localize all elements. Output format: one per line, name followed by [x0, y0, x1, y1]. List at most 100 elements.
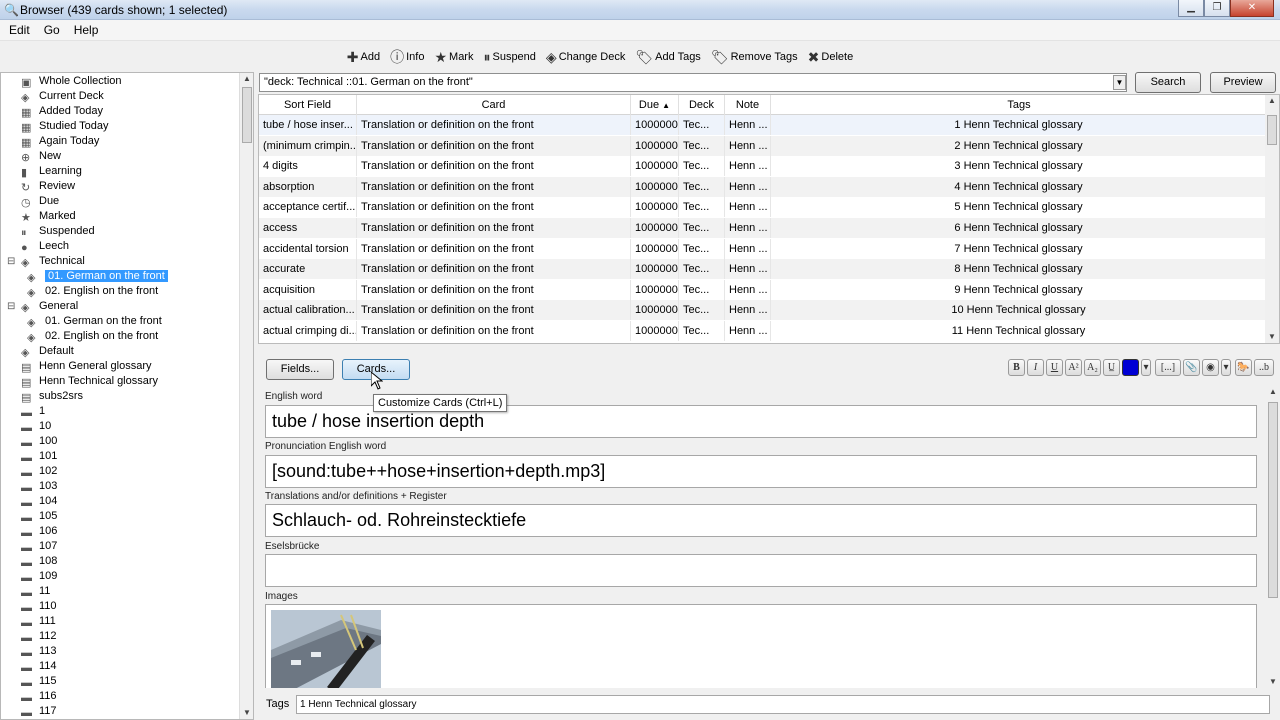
preview-button[interactable]: Preview — [1210, 72, 1276, 93]
field-pronunciation[interactable]: [sound:tube++hose+insertion+depth.mp3] — [265, 455, 1257, 488]
sidebar-item[interactable]: ⊕ New — [7, 149, 61, 164]
sidebar-item[interactable]: ▮ Learning — [7, 164, 82, 179]
table-row[interactable]: 4 digits Translation or definition on the… — [259, 156, 1267, 177]
table-row[interactable]: absorption Translation or definition on t… — [259, 176, 1267, 197]
sidebar-item[interactable]: ↻ Review — [7, 179, 75, 194]
fields-button[interactable]: Fields... — [266, 359, 334, 380]
column-note[interactable]: Note — [725, 95, 771, 115]
sidebar-item[interactable]: ▬ 108 — [7, 554, 57, 569]
superscript-button[interactable]: A² — [1065, 359, 1082, 376]
column-deck[interactable]: Deck — [679, 95, 725, 115]
sidebar-item[interactable]: ◈ Default — [7, 344, 74, 359]
sidebar-item[interactable]: ▬ 102 — [7, 464, 57, 479]
sidebar-item[interactable]: ▬ 100 — [7, 434, 57, 449]
scroll-down-icon[interactable]: ▼ — [1267, 332, 1277, 342]
italic-button[interactable]: I — [1027, 359, 1044, 376]
underline-button[interactable]: U — [1046, 359, 1063, 376]
column-card[interactable]: Card — [357, 95, 631, 115]
record-icon[interactable]: ◉ — [1202, 359, 1219, 376]
sidebar-item[interactable]: ▤ Henn Technical glossary — [7, 374, 158, 389]
info-button[interactable]: ⓘ Info — [390, 47, 424, 67]
table-row[interactable]: tube / hose inser... Translation or defin… — [259, 115, 1267, 135]
search-button[interactable]: Search — [1135, 72, 1201, 93]
column-sort-field[interactable]: Sort Field — [259, 95, 357, 115]
more-dropdown-icon[interactable]: ▾ — [1221, 359, 1231, 376]
sidebar-item[interactable]: ◈ 02. English on the front — [27, 329, 158, 344]
subscript-button[interactable]: A₂ — [1084, 359, 1101, 376]
text-color-button[interactable] — [1122, 359, 1139, 376]
sidebar-item[interactable]: ⊟ ◈ General — [7, 299, 78, 314]
sidebar-item[interactable]: ▬ 115 — [7, 674, 57, 689]
sidebar-item[interactable]: ◈ 01. German on the front — [27, 314, 162, 329]
editor-scrollbar[interactable]: ▲ ▼ — [1266, 386, 1280, 688]
change-deck-button[interactable]: ◈ Change Deck — [546, 49, 625, 66]
scroll-thumb[interactable] — [1267, 115, 1277, 145]
column-tags[interactable]: Tags — [771, 95, 1267, 115]
close-button[interactable]: ✕ — [1230, 0, 1274, 17]
search-input[interactable]: "deck: Technical ::01. German on the fro… — [259, 73, 1127, 92]
sidebar-item[interactable]: ▬ 1 — [7, 404, 45, 419]
sidebar-item[interactable]: ◈ 02. English on the front — [27, 284, 158, 299]
mark-button[interactable]: ★ Mark — [434, 49, 473, 66]
collapse-icon[interactable]: ⊟ — [7, 299, 21, 314]
suspend-button[interactable]: ⏸ Suspend — [483, 49, 535, 66]
table-row[interactable]: (minimum crimpin... Translation or defini… — [259, 135, 1267, 156]
add-button[interactable]: ✚ Add — [347, 49, 380, 66]
sidebar-item[interactable]: ▬ 112 — [7, 629, 57, 644]
sidebar-item[interactable]: ▬ 117 — [7, 704, 57, 719]
sidebar-item[interactable]: ● Leech — [7, 239, 69, 254]
sidebar-scrollbar[interactable]: ▲ ▼ — [239, 73, 253, 719]
scroll-down-icon[interactable]: ▼ — [242, 708, 252, 718]
sidebar-item[interactable]: ▬ 10 — [7, 419, 51, 434]
sidebar-item[interactable]: ▬ 103 — [7, 479, 57, 494]
attach-icon[interactable]: 📎 — [1183, 359, 1200, 376]
sidebar-item[interactable]: ◈ 01. German on the front — [27, 269, 168, 284]
sidebar-item[interactable]: ▤ Henn General glossary — [7, 359, 152, 374]
sidebar-item[interactable]: ▬ 114 — [7, 659, 57, 674]
sidebar-item[interactable]: ▣ Whole Collection — [7, 74, 122, 89]
sidebar-item[interactable]: ▬ 105 — [7, 509, 57, 524]
sidebar-item[interactable]: ▬ 101 — [7, 449, 57, 464]
sidebar-item[interactable]: ▬ 116 — [7, 689, 57, 704]
search-history-dropdown[interactable]: ▼ — [1113, 75, 1126, 90]
scroll-thumb[interactable] — [242, 87, 252, 143]
color-dropdown-icon[interactable]: ▾ — [1141, 359, 1151, 376]
sidebar-item[interactable]: ▬ 110 — [7, 599, 57, 614]
table-row[interactable]: access Translation or definition on the f… — [259, 218, 1267, 238]
table-row[interactable]: acceptance certif... Translation or defin… — [259, 197, 1267, 218]
field-eselsbruecke[interactable] — [265, 554, 1257, 587]
menu-help[interactable]: Help — [67, 20, 106, 40]
menu-go[interactable]: Go — [37, 20, 67, 40]
sidebar-item[interactable]: ◷ Due — [7, 194, 59, 209]
table-row[interactable]: actual calibration... Translation or defi… — [259, 300, 1267, 321]
table-row[interactable]: accurate Translation or definition on the… — [259, 259, 1267, 280]
delete-button[interactable]: ✖ Delete — [808, 49, 854, 66]
scroll-up-icon[interactable]: ▲ — [1268, 387, 1278, 397]
column-due[interactable]: Due ▲ — [631, 95, 679, 115]
remove-tags-button[interactable]: 🏷 Remove Tags — [711, 49, 798, 66]
more-button[interactable]: ..b — [1254, 359, 1274, 376]
minimize-button[interactable]: ▁ — [1178, 0, 1204, 17]
sidebar-item[interactable]: ▤ subs2srs — [7, 389, 83, 404]
sidebar-item[interactable]: ▬ 113 — [7, 644, 57, 659]
table-scrollbar[interactable]: ▲ ▼ — [1265, 95, 1279, 343]
sidebar-item[interactable]: ▬ 104 — [7, 494, 57, 509]
sidebar-item[interactable]: ⊟ ◈ Technical — [7, 254, 85, 269]
image-thumbnail[interactable] — [271, 610, 381, 688]
sidebar-item[interactable]: ▦ Studied Today — [7, 119, 109, 134]
sidebar-item[interactable]: ▬ 11 — [7, 584, 50, 599]
bold-button[interactable]: B — [1008, 359, 1025, 376]
scroll-down-icon[interactable]: ▼ — [1268, 677, 1278, 687]
collapse-icon[interactable]: ⊟ — [7, 254, 21, 269]
clear-format-button[interactable]: U̲ — [1103, 359, 1120, 376]
table-row[interactable]: actual crimping di... Translation or defi… — [259, 321, 1267, 341]
sidebar-item[interactable]: ▬ 111 — [7, 614, 56, 629]
sidebar-item[interactable]: ★ Marked — [7, 209, 76, 224]
maximize-button[interactable]: ❐ — [1204, 0, 1230, 17]
scroll-up-icon[interactable]: ▲ — [242, 74, 252, 84]
field-translations[interactable]: Schlauch- od. Rohreinstecktiefe — [265, 504, 1257, 537]
cloze-button[interactable]: [...] — [1155, 359, 1181, 376]
add-tags-button[interactable]: 🏷 Add Tags — [635, 49, 700, 66]
sidebar-item[interactable]: ▦ Added Today — [7, 104, 103, 119]
table-row[interactable]: accidental torsion Translation or definit… — [259, 238, 1267, 259]
